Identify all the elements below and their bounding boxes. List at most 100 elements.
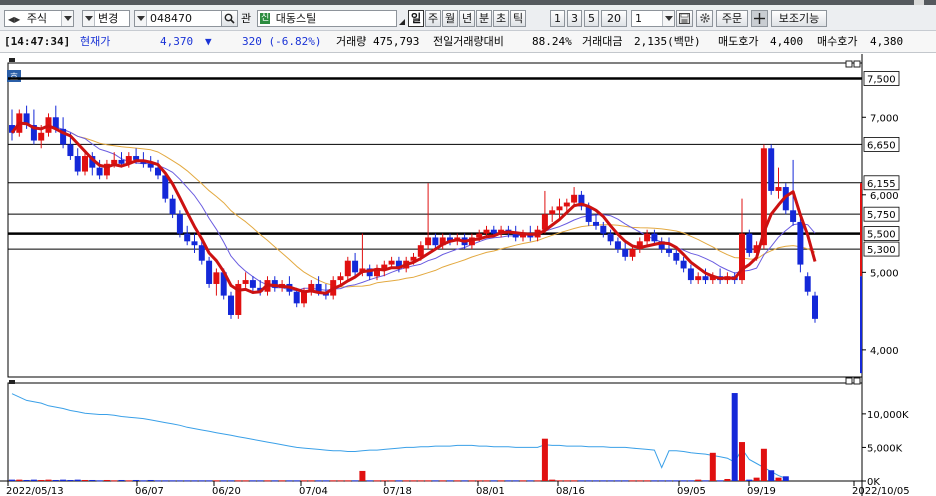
candle-body — [206, 260, 213, 284]
crosshair-button[interactable] — [751, 10, 768, 27]
candle-body — [614, 241, 621, 250]
volume-bar — [301, 480, 307, 482]
volume-bar — [607, 480, 614, 482]
crosshair-icon — [754, 13, 765, 24]
date-tick-label: 06/07 — [135, 486, 164, 496]
date-tick-label: 07/18 — [383, 486, 412, 496]
interval-count-select[interactable]: 1 — [631, 10, 675, 27]
volume-bar — [82, 479, 88, 481]
volume-bar — [74, 479, 81, 481]
volume-bar — [447, 480, 453, 482]
volume-bar — [352, 480, 359, 482]
volume-bar — [768, 470, 775, 481]
pane-close-icon — [853, 377, 861, 385]
volume-bar — [133, 479, 140, 481]
volume-bar — [103, 479, 110, 481]
candle-body — [169, 198, 176, 215]
volume-bar — [96, 480, 103, 482]
interval-button[interactable]: 3 — [567, 10, 582, 27]
stock-name-field[interactable]: 신 대동스틸 — [257, 10, 397, 27]
credit-badge: 신 — [260, 13, 271, 24]
candle-body — [249, 280, 256, 288]
market-select[interactable]: ◀▶ 주식 — [4, 10, 74, 27]
volume-bar — [760, 448, 767, 481]
volume-tick-label: 10,000K — [867, 410, 909, 421]
period-button[interactable]: 월 — [442, 10, 458, 27]
volume-bar — [687, 480, 694, 482]
period-button[interactable]: 년 — [459, 10, 475, 27]
volume-bar — [709, 452, 716, 481]
candle-body — [775, 187, 782, 191]
volume-bar — [38, 479, 45, 481]
volume-bar — [293, 480, 300, 482]
stock-code-input[interactable]: 048470 — [134, 10, 222, 27]
volume-bar — [388, 480, 395, 482]
down-arrow-icon: ▼ — [205, 35, 212, 48]
volume-label: 거래량 — [336, 35, 367, 48]
period-button[interactable]: 주 — [425, 10, 441, 27]
save-icon — [679, 13, 690, 24]
period-button[interactable]: 초 — [493, 10, 509, 27]
period-button[interactable]: 틱 — [510, 10, 526, 27]
candle-body — [804, 276, 811, 292]
volume-bar — [454, 480, 461, 482]
volume-bar — [198, 480, 205, 482]
settings-button[interactable] — [696, 10, 713, 27]
volume-bar — [147, 479, 154, 481]
volume-bar — [702, 480, 709, 482]
volume-bar — [16, 479, 23, 481]
volume-bar — [45, 479, 52, 481]
volume-bar — [556, 480, 563, 482]
volume-bar — [308, 480, 315, 482]
candle-body — [67, 144, 74, 157]
save-button[interactable] — [676, 10, 693, 27]
period-button[interactable]: 분 — [476, 10, 492, 27]
candle-body — [344, 260, 351, 277]
volume-bar — [636, 480, 643, 482]
candle-body — [563, 202, 570, 207]
volume-bar — [680, 480, 687, 482]
market-dropdown-arrow-icon — [61, 11, 73, 26]
aux-functions-button[interactable]: 보조기능 — [771, 10, 827, 27]
candle-body — [622, 249, 629, 257]
volume-bar — [257, 480, 264, 482]
chart-area[interactable]: 호7,5006,6506,1555,7505,5005,3007,0006,00… — [0, 54, 936, 496]
current-price: 4,370 — [160, 35, 194, 48]
candle-body — [213, 272, 220, 284]
interval-button[interactable]: 1 — [550, 10, 565, 27]
volume-bar — [403, 480, 410, 482]
candlestick-chart[interactable]: 호7,5006,6506,1555,7505,5005,3007,0006,00… — [0, 54, 936, 496]
volume-bar — [476, 480, 483, 482]
current-range-bar-down — [860, 276, 862, 374]
volume-bar — [432, 480, 439, 482]
volume-bar — [585, 480, 592, 482]
stock-name-value: 대동스틸 — [275, 12, 317, 25]
candle-body — [293, 291, 300, 304]
volume-bar — [527, 480, 534, 482]
candle-body — [600, 225, 607, 234]
period-button[interactable]: 일 — [408, 10, 424, 27]
volume-bar — [60, 479, 67, 481]
volume-bar — [125, 480, 132, 482]
candle-body — [483, 229, 490, 234]
order-button[interactable]: 주문 — [716, 10, 748, 27]
volume-bar — [490, 480, 497, 482]
volume-bar — [739, 442, 745, 481]
candle-body — [666, 249, 672, 253]
chart-window: ◀▶ 주식 변경 048470 관 신 대동스틸 일주월년분초틱 1 3 5 20 — [0, 0, 936, 496]
volume-bar — [184, 480, 191, 482]
volume-pane-menu-icon — [9, 380, 15, 384]
volume-bar — [286, 480, 293, 482]
candle-body — [644, 233, 651, 242]
candle-body — [812, 295, 818, 319]
candle-body — [797, 221, 804, 265]
level-label: 7,500 — [867, 75, 896, 86]
volume-bar — [600, 480, 607, 482]
volume-bar — [242, 480, 249, 482]
search-button[interactable] — [221, 10, 238, 27]
action-select[interactable]: 변경 — [82, 10, 130, 27]
interval-button[interactable]: 20 — [601, 10, 627, 27]
search-icon — [224, 13, 235, 24]
interval-button[interactable]: 5 — [584, 10, 599, 27]
resize-grip-icon[interactable] — [398, 10, 406, 27]
